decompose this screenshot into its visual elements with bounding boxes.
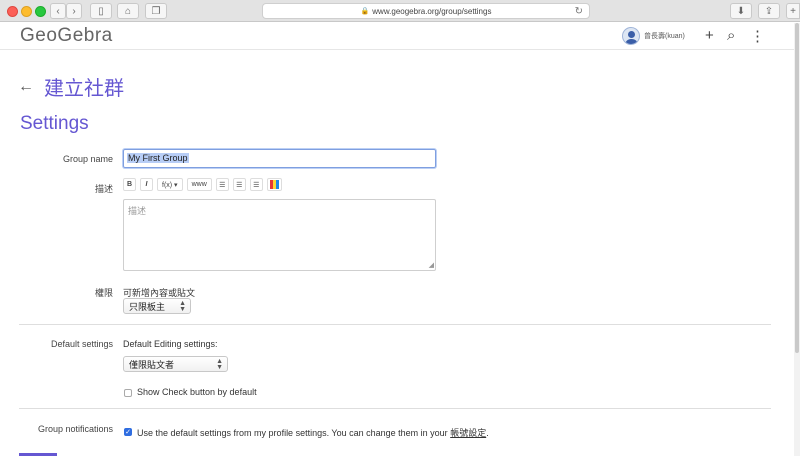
sidebar-button[interactable]: ▯ <box>90 3 112 19</box>
close-window-button[interactable] <box>7 6 18 17</box>
url-text: www.geogebra.org/group/settings <box>372 6 492 16</box>
forward-button[interactable]: › <box>66 3 82 19</box>
show-check-label[interactable]: Show Check button by default <box>137 387 257 397</box>
default-settings-label: Default settings <box>50 339 113 349</box>
color-button[interactable] <box>266 178 282 191</box>
home-button[interactable]: ⌂ <box>117 3 139 19</box>
chevron-left-icon: ‹ <box>56 5 60 17</box>
bullet-list-button[interactable]: ☰ <box>215 178 229 191</box>
select-caret-icon: ▲ ▼ <box>179 300 186 313</box>
permission-value: 只限板主 <box>129 301 166 312</box>
notifications-period: . <box>486 428 489 438</box>
user-name: 曾長壽(kuan) <box>644 33 685 40</box>
formula-button[interactable]: f(x) ▾ <box>157 178 183 191</box>
sidebar-icon: ▯ <box>98 5 104 17</box>
home-icon: ⌂ <box>124 5 132 17</box>
back-button[interactable]: ‹ <box>50 3 66 19</box>
notifications-checkbox[interactable]: ✓ <box>124 428 132 436</box>
tabs-icon: ❐ <box>151 5 161 17</box>
resize-handle-icon[interactable]: ◢ <box>429 261 434 269</box>
description-placeholder: 描述 <box>128 206 147 216</box>
scrollbar-thumb[interactable] <box>795 23 799 353</box>
zoom-window-button[interactable] <box>35 6 46 17</box>
browser-toolbar: ‹ › ▯ ⌂ ❐ 🔒 www.geogebra.org/group/setti… <box>0 0 800 22</box>
tabs-button[interactable]: ❐ <box>145 3 167 19</box>
indent-button[interactable]: ☰ <box>249 178 263 191</box>
account-settings-link[interactable]: 帳號設定 <box>450 428 486 438</box>
notifications-text-row: Use the default settings from my profile… <box>137 426 489 439</box>
group-name-label: Group name <box>62 154 113 164</box>
group-name-input[interactable]: My First Group <box>123 149 436 168</box>
numbered-list-button[interactable]: ☰ <box>232 178 246 191</box>
add-icon[interactable]: + <box>705 27 714 44</box>
user-menu[interactable]: 曾長壽(kuan) <box>622 27 685 45</box>
group-name-value: My First Group <box>127 153 189 163</box>
share-button[interactable]: ⇪ <box>758 3 780 19</box>
default-editing-select[interactable]: 僅限貼文者 ▲ ▼ <box>123 356 228 372</box>
lock-icon: 🔒 <box>360 8 370 15</box>
reload-icon[interactable]: ↻ <box>575 6 583 17</box>
plus-icon: + <box>790 5 796 17</box>
link-button[interactable]: www <box>186 178 212 191</box>
avatar <box>622 27 640 45</box>
arrow-left-icon: ← <box>18 77 34 95</box>
back-link-label: 建立社群 <box>44 78 124 100</box>
chevron-right-icon: › <box>72 5 76 17</box>
show-check-checkbox[interactable] <box>124 389 132 397</box>
page-title: Settings <box>20 113 89 134</box>
back-link[interactable]: ← 建立社群 <box>18 72 124 101</box>
description-label: 描述 <box>94 184 113 194</box>
italic-button[interactable]: I <box>140 178 153 191</box>
app-header: GeoGebra 曾長壽(kuan) + ⌕ ⋮ <box>0 23 794 50</box>
divider <box>19 408 771 409</box>
address-bar[interactable]: 🔒 www.geogebra.org/group/settings ↻ <box>262 3 590 19</box>
bold-button[interactable]: B <box>123 178 136 191</box>
color-palette-icon <box>269 180 279 189</box>
page-scrollbar[interactable] <box>794 23 800 456</box>
search-icon[interactable]: ⌕ <box>727 27 735 44</box>
description-textarea[interactable]: 描述 ◢ <box>123 199 436 271</box>
more-icon[interactable]: ⋮ <box>750 27 765 45</box>
default-editing-value: 僅限貼文者 <box>129 359 175 370</box>
share-icon: ⇪ <box>764 5 774 17</box>
editor-toolbar: B I f(x) ▾ www ☰ ☰ ☰ <box>123 178 286 191</box>
minimize-window-button[interactable] <box>21 6 32 17</box>
notifications-label: Group notifications <box>37 424 113 434</box>
geogebra-logo[interactable]: GeoGebra <box>20 25 113 47</box>
divider <box>19 324 771 325</box>
downloads-button[interactable]: ⬇ <box>730 3 752 19</box>
notifications-text: Use the default settings from my profile… <box>137 428 448 438</box>
download-icon: ⬇ <box>736 5 746 17</box>
select-caret-icon: ▲ ▼ <box>216 358 223 371</box>
permission-select[interactable]: 只限板主 ▲ ▼ <box>123 298 191 314</box>
new-tab-button[interactable]: + <box>786 3 800 19</box>
permission-label: 權限 <box>94 288 113 298</box>
default-editing-label: Default Editing settings: <box>123 339 218 349</box>
